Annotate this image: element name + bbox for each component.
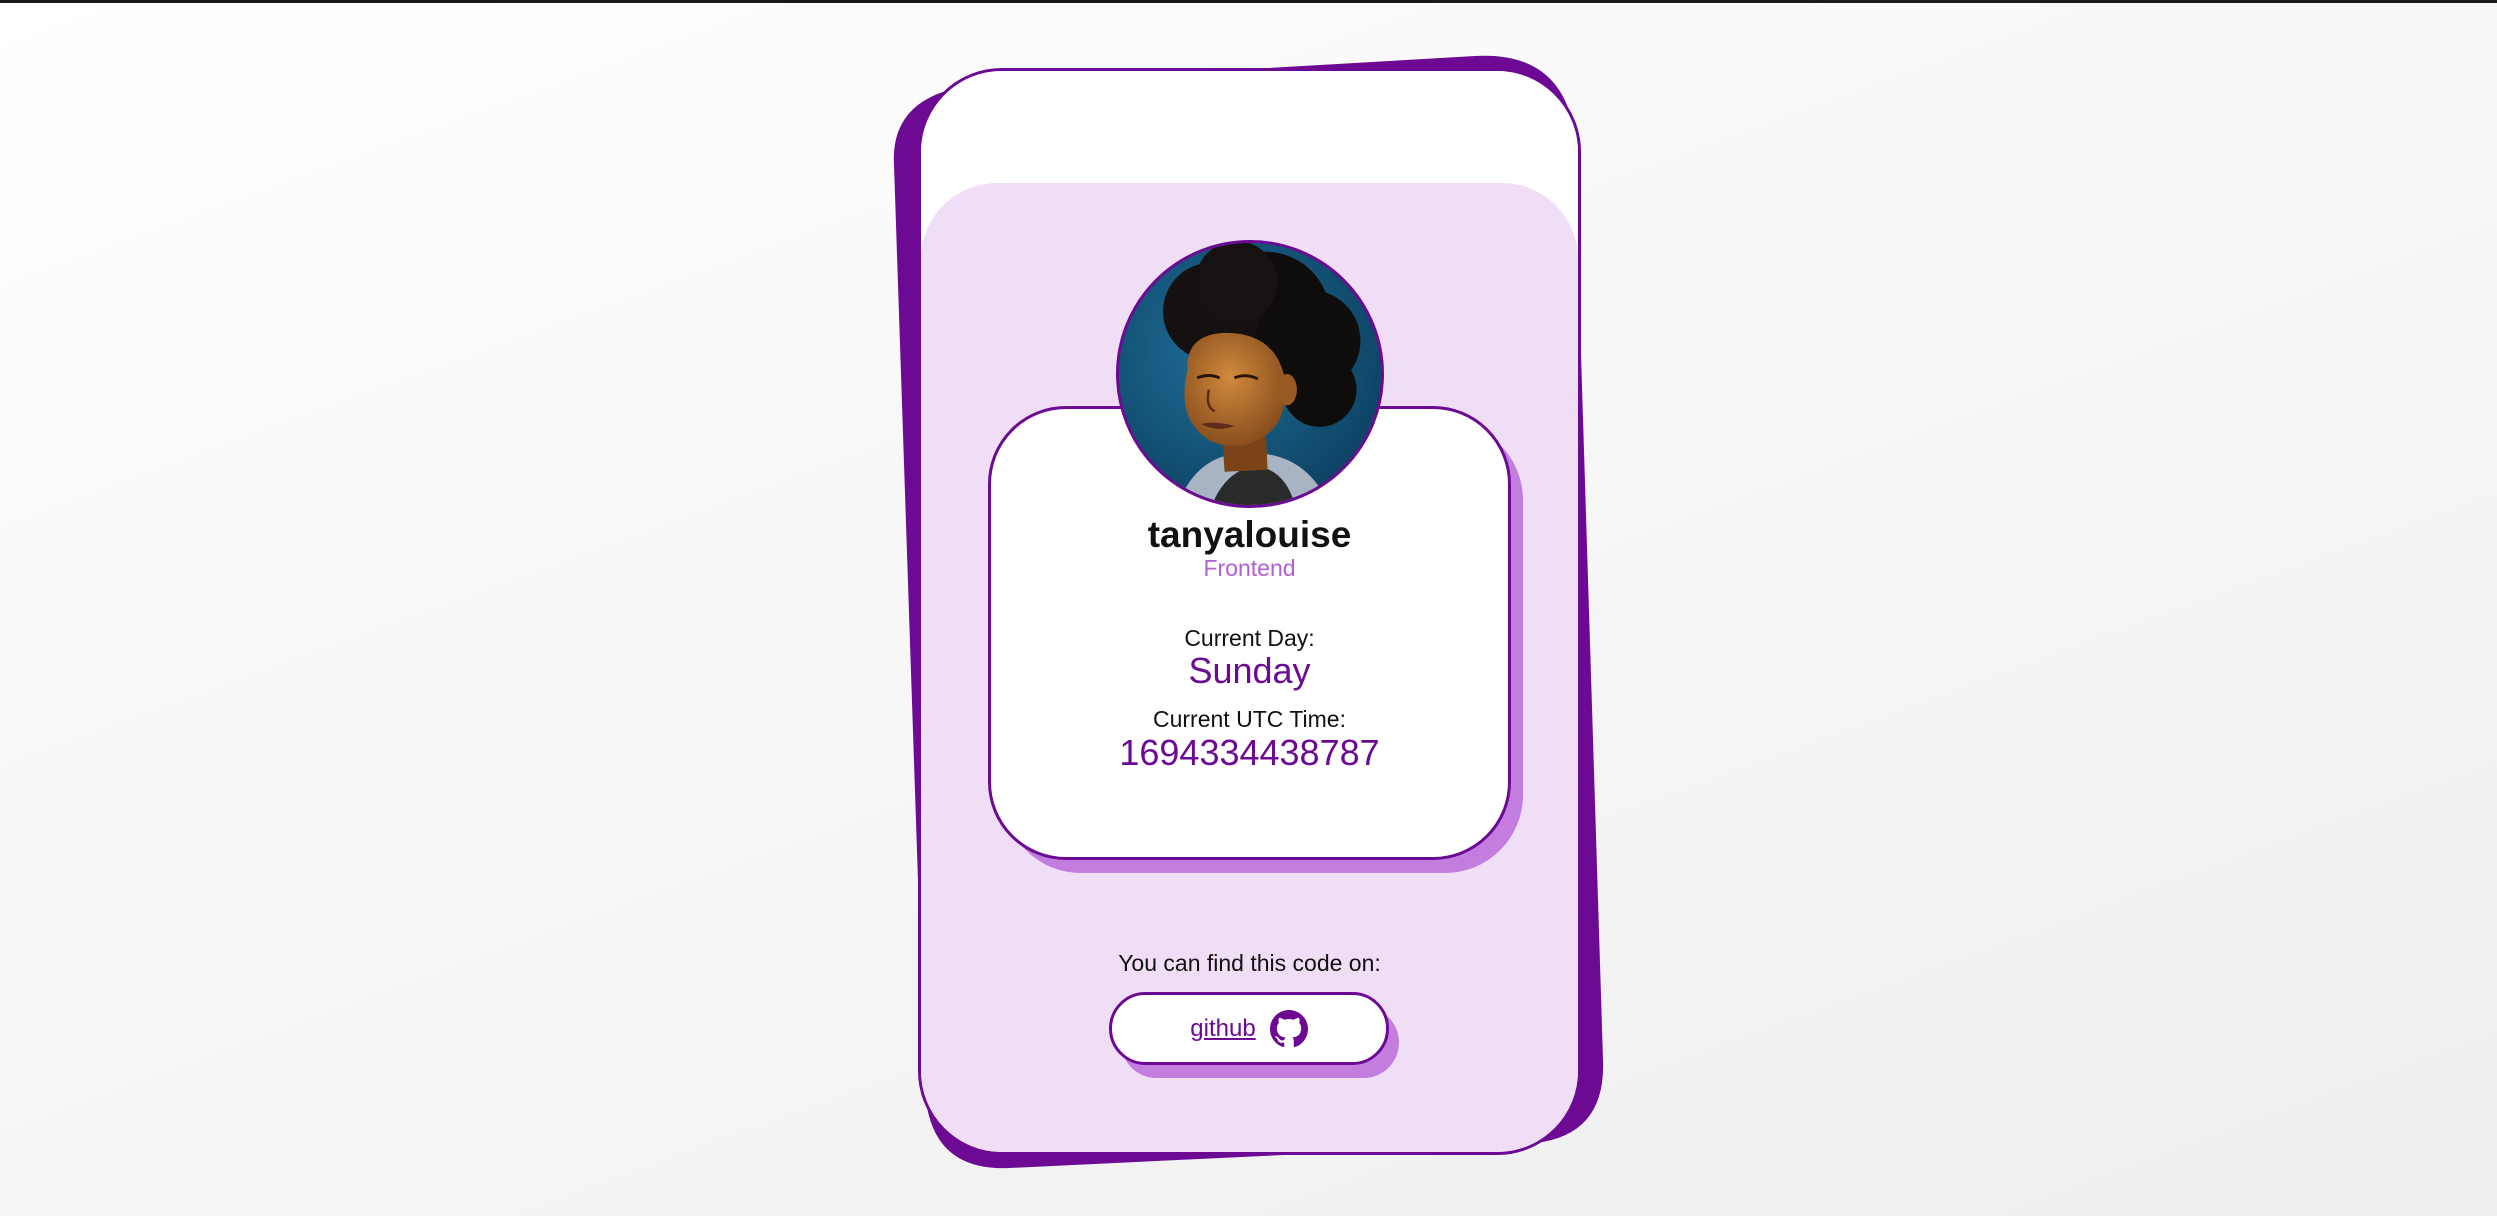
- role-label: Frontend: [1203, 555, 1296, 581]
- github-icon: [1269, 1009, 1308, 1048]
- profile-photo: [1119, 243, 1381, 505]
- current-time-value: 1694334438787: [1119, 732, 1380, 773]
- code-location-text: You can find this code on:: [1118, 950, 1381, 976]
- current-day-value: Sunday: [1188, 650, 1311, 691]
- github-link-button[interactable]: github: [1109, 992, 1389, 1065]
- github-link-label[interactable]: github: [1190, 1014, 1255, 1044]
- username: tanyalouise: [1147, 514, 1352, 555]
- top-border: [0, 0, 2497, 3]
- card-header-area: [921, 71, 1578, 186]
- avatar: [1116, 240, 1384, 508]
